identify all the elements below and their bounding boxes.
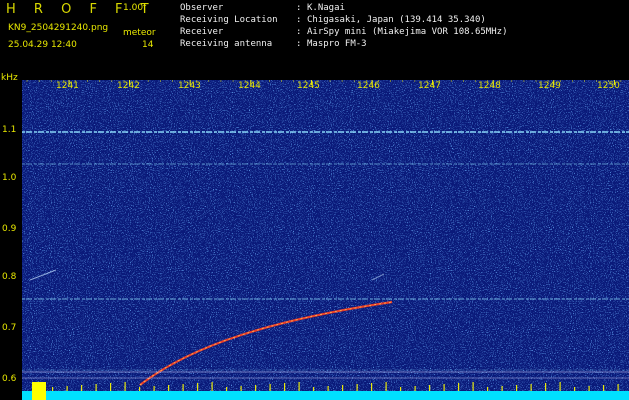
x-tick-label: 1248	[478, 81, 501, 91]
noise-peak	[574, 387, 576, 391]
x-tick-label: 1250	[597, 81, 620, 91]
filename-label: KN9_2504291240.png	[8, 23, 109, 33]
noise-peak	[284, 383, 286, 391]
y-axis-unit: kHz	[1, 73, 18, 83]
antenna-label: Receiving antenna	[180, 39, 273, 49]
x-tick-label: 1249	[538, 81, 561, 91]
noise-peak	[516, 385, 518, 391]
noise-peak	[81, 385, 83, 391]
noise-peak	[313, 387, 315, 391]
noise-peak	[429, 385, 431, 391]
meteor-count: 14	[142, 40, 154, 50]
version-label: 1.00f	[123, 3, 147, 13]
meteor-label: meteor	[123, 28, 156, 38]
noise-peak	[182, 384, 184, 391]
noise-peak	[269, 384, 271, 391]
receiver-sep: :	[296, 27, 302, 37]
x-tick-label: 1245	[297, 81, 320, 91]
noise-peak	[197, 383, 199, 391]
noise-peak	[356, 384, 358, 391]
antenna-value: Maspro FM-3	[307, 39, 367, 49]
observer-value: K.Nagai	[307, 3, 345, 13]
noise-peak	[139, 387, 141, 391]
noise-layer-green	[22, 80, 629, 400]
noise-peak	[545, 383, 547, 391]
receiver-value: AirSpy mini (Miakejima VOR 108.65MHz)	[307, 27, 508, 37]
noise-peak	[472, 382, 474, 391]
x-tick-label: 1242	[117, 81, 140, 91]
noise-peak	[530, 384, 532, 391]
y-tick-label: 0.7	[2, 323, 17, 333]
y-tick-label: 0.6	[2, 374, 17, 384]
noise-peak	[414, 386, 416, 391]
noise-peak	[226, 387, 228, 391]
receiver-label: Receiver	[180, 27, 224, 37]
spectrogram-svg	[22, 80, 629, 400]
x-tick-label: 1247	[418, 81, 441, 91]
spectrogram-plot	[22, 80, 629, 400]
noise-peak	[501, 386, 503, 391]
x-tick-label: 1246	[357, 81, 380, 91]
x-tick-label: 1244	[238, 81, 261, 91]
noise-peak	[371, 383, 373, 391]
noise-peak	[400, 387, 402, 391]
location-sep: :	[296, 15, 302, 25]
noise-peak	[240, 386, 242, 391]
noise-peak	[110, 383, 112, 391]
noise-peak	[211, 382, 213, 391]
y-tick-label: 1.0	[2, 173, 17, 183]
noise-peak	[559, 382, 561, 391]
noise-peak	[487, 387, 489, 391]
noise-peak	[342, 385, 344, 391]
antenna-sep: :	[296, 39, 302, 49]
noise-peak	[385, 382, 387, 391]
y-tick-label: 1.1	[2, 125, 17, 135]
noise-peak	[443, 384, 445, 391]
noise-spike	[32, 382, 46, 400]
y-tick-label: 0.9	[2, 224, 17, 234]
y-tick-label: 0.8	[2, 272, 17, 282]
observer-sep: :	[296, 3, 302, 13]
noise-peak	[603, 385, 605, 391]
noise-peak	[298, 382, 300, 391]
noise-peak	[327, 386, 329, 391]
noise-peak	[588, 386, 590, 391]
x-tick-label: 1241	[56, 81, 79, 91]
noise-peak	[52, 387, 54, 391]
noise-peak	[124, 382, 126, 391]
observer-label: Observer	[180, 3, 224, 13]
noise-peak	[168, 385, 170, 391]
noise-peak	[458, 383, 460, 391]
location-label: Receiving Location	[180, 15, 278, 25]
location-value: Chigasaki, Japan (139.414 35.340)	[307, 15, 486, 25]
baseline-band-fill	[22, 391, 629, 400]
x-tick-label: 1243	[178, 81, 201, 91]
noise-peak	[95, 384, 97, 391]
header-panel: H R O F F T 1.00f KN9_2504291240.png met…	[0, 0, 629, 76]
noise-peak	[255, 385, 257, 391]
noise-peak	[66, 386, 68, 391]
noise-peak	[153, 386, 155, 391]
datetime-label: 25.04.29 12:40	[8, 40, 77, 50]
noise-peak	[617, 384, 619, 391]
